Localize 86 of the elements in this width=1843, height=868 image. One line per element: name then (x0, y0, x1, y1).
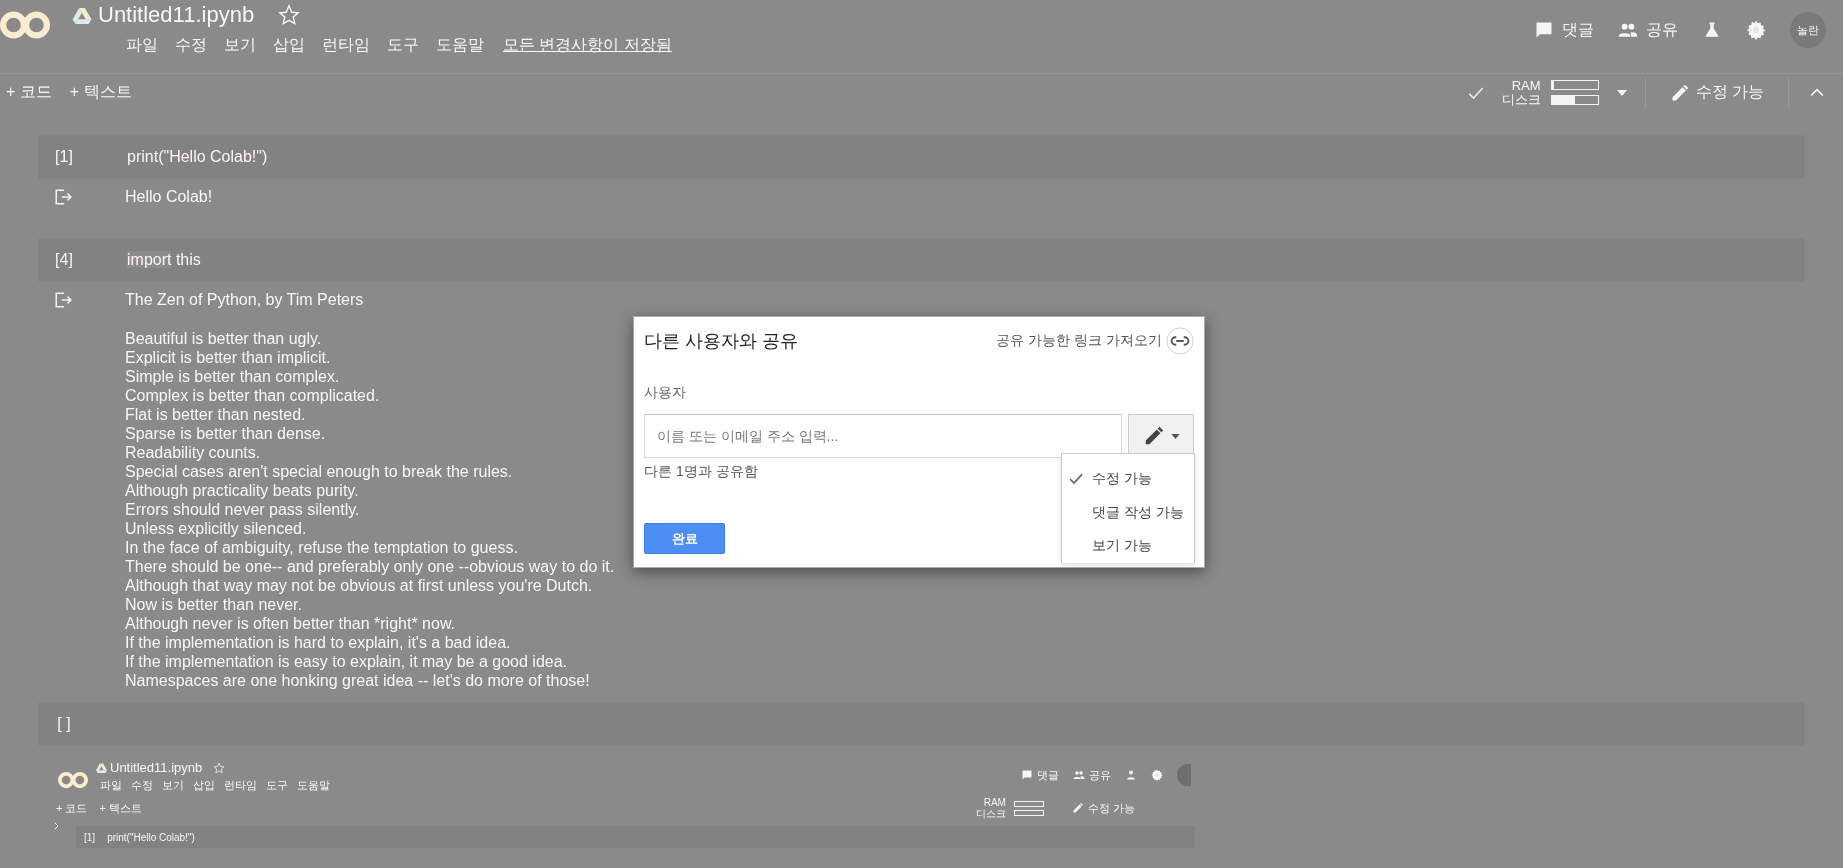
output-line: There should be one-- and preferably only one --obvious way to do it. (125, 557, 615, 576)
people-icon (1073, 769, 1085, 781)
output-icon (54, 188, 72, 206)
cell-prompt: [ ] (56, 715, 72, 733)
menu-item[interactable]: 도구 (387, 35, 419, 56)
drive-icon (96, 762, 107, 773)
ram-label: RAM (983, 797, 1006, 808)
share-label: 공유 (1073, 767, 1111, 783)
cell-prompt: [1] (84, 831, 96, 843)
caret-icon (1170, 433, 1180, 439)
share-button[interactable]: 공유 (1618, 19, 1678, 41)
star-icon[interactable] (278, 4, 301, 26)
add-cell-button[interactable]: + 텍스트 (69, 82, 132, 103)
add-cell-label: + 텍스트 (99, 800, 142, 816)
settings-icon[interactable] (1746, 20, 1766, 40)
person-icon (1125, 769, 1137, 781)
code-line[interactable]: print("Hello Colab!") (127, 148, 268, 166)
output-line: Flat is better than nested. (125, 405, 307, 424)
shareable-link-label[interactable]: 공유 가능한 링크 가져오기 (996, 332, 1162, 350)
colab-logo-icon (58, 770, 88, 790)
disk-meter (1013, 809, 1044, 816)
output-line: Although practicality beats purity. (125, 481, 360, 500)
edit-mode-label: 수정 가능 (1071, 800, 1135, 816)
menu-item[interactable]: 파일 (126, 35, 158, 56)
link-icon[interactable] (1166, 327, 1194, 355)
output-line: Unless explicitly silenced. (125, 519, 308, 538)
save-status-link[interactable]: 모든 변경사항이 저장됨 (503, 35, 672, 56)
code-cell[interactable]: [ ] (38, 702, 1805, 746)
dialog-title: 다른 사용자와 공유 (644, 330, 798, 353)
ram-meter (1013, 800, 1044, 807)
drive-icon (72, 6, 92, 24)
notebook-title[interactable]: Untitled11.ipynb (98, 2, 255, 28)
permission-option[interactable]: 수정 가능 (1062, 462, 1194, 496)
shared-with-text: 다른 1명과 공유함 (644, 463, 758, 481)
output-line: If the implementation is easy to explain, it may be a good idea. (125, 652, 569, 671)
cell-prompt: [1] (54, 148, 74, 166)
star-icon (213, 761, 226, 774)
disk-label: 디스크 (975, 808, 1006, 819)
menu-item[interactable]: 수정 (175, 35, 207, 56)
output-line: Although never is often better than *right* now. (125, 614, 456, 633)
avatar[interactable]: 놀란 (1790, 12, 1826, 48)
output-line: Sparse is better than dense. (125, 424, 327, 443)
menu-item[interactable]: 런타임 (322, 35, 370, 56)
output-line: Although that way may not be obvious at first unless you're Dutch. (125, 576, 594, 595)
output-line: Hello Colab! (125, 187, 213, 206)
menu-item[interactable]: 삽입 (273, 35, 305, 56)
dropdown-caret-icon[interactable] (1616, 89, 1627, 96)
avatar (1177, 764, 1191, 786)
pencil-icon (1071, 802, 1084, 814)
name-email-input[interactable]: 이름 또는 이메일 주소 입력... (644, 414, 1123, 458)
code-cell[interactable]: [1] print("Hello Colab!") (38, 135, 1805, 179)
permission-option[interactable]: 댓글 작성 가능 (1062, 495, 1194, 530)
comment-label: 댓글 (1021, 767, 1059, 783)
output-line: If the implementation is hard to explain, it's a bad idea. (125, 633, 512, 652)
disk-label: 디스크 (1501, 92, 1541, 107)
code-line: print("Hello Colab!") (107, 831, 195, 843)
output-line: Namespaces are one honking great idea -- let's do more of those! (125, 671, 591, 690)
flask-icon[interactable] (1702, 20, 1722, 40)
edit-mode-button[interactable]: 수정 가능 (1663, 81, 1770, 104)
cell-prompt: [4] (54, 251, 74, 269)
output-icon (54, 291, 72, 309)
menu-item[interactable]: 도움말 (436, 35, 484, 56)
ram-label: RAM (1511, 78, 1541, 93)
output-line: Errors should never pass silently. (125, 500, 361, 519)
comment-icon (1021, 769, 1033, 781)
code-cell[interactable]: [4] import this (38, 238, 1805, 282)
colab-logo-icon[interactable] (0, 9, 50, 41)
permission-option[interactable]: 보기 가능 (1062, 529, 1194, 563)
output-line: Simple is better than complex. (125, 367, 341, 386)
users-label: 사용자 (644, 384, 687, 402)
menu-item[interactable]: 보기 (224, 35, 256, 56)
output-line: Now is better than never. (125, 595, 303, 614)
notebook-title: Untitled11.ipynb (110, 760, 203, 775)
comment-button[interactable]: 댓글 (1534, 19, 1594, 41)
output-line: Readability counts. (125, 443, 262, 462)
add-cell-label: + 코드 (56, 800, 88, 816)
done-button[interactable]: 완료 (644, 523, 725, 554)
output-line: The Zen of Python, by Tim Peters (125, 290, 365, 309)
add-cell-button[interactable]: + 코드 (6, 82, 52, 103)
output-line: Explicit is better than implicit. (125, 348, 332, 367)
output-line: In the face of ambiguity, refuse the temptation to guess. (125, 538, 519, 557)
output-line: Beautiful is better than ugly. (125, 329, 323, 348)
output-line: Complex is better than complicated. (125, 386, 381, 405)
comment-icon (1534, 20, 1554, 40)
output-line: Special cases aren't special enough to break the rules. (125, 462, 514, 481)
settings-icon (1151, 769, 1163, 781)
